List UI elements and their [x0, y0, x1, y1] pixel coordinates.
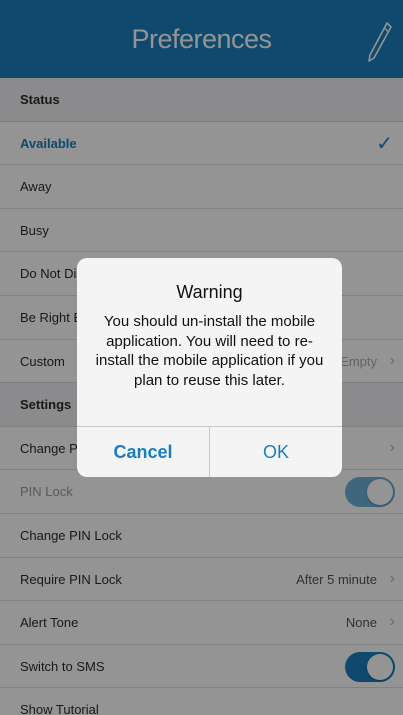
alert-button-bar: Cancel OK [77, 426, 342, 477]
preferences-screen: Preferences Status Available ✓ Away Busy… [0, 0, 403, 715]
warning-alert-dialog: Warning You should un-install the mobile… [77, 258, 342, 477]
ok-button[interactable]: OK [210, 427, 342, 477]
alert-message: You should un-install the mobile applica… [95, 313, 324, 389]
alert-title: Warning [176, 282, 243, 302]
cancel-button[interactable]: Cancel [77, 427, 210, 477]
